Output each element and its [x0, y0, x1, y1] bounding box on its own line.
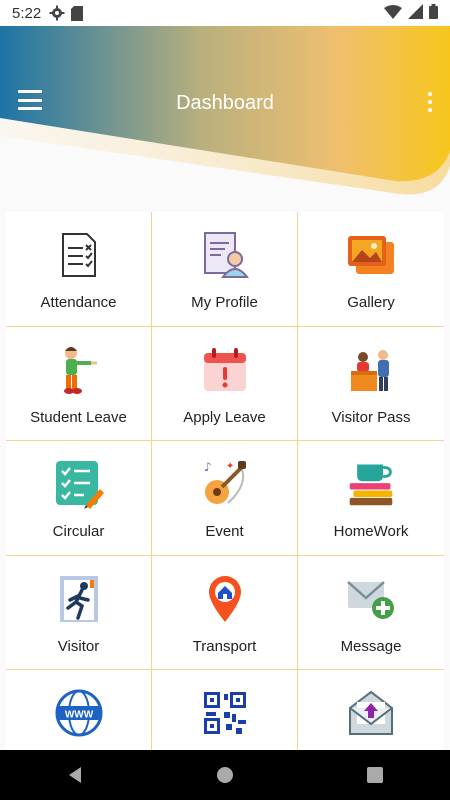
tile-circular[interactable]: Circular	[6, 441, 152, 556]
tile-label: Event	[205, 523, 244, 540]
circular-icon	[54, 459, 104, 509]
attendance-icon	[54, 230, 104, 280]
tile-attendance[interactable]: Attendance	[6, 212, 152, 327]
tile-event[interactable]: ♪ ✦ Event	[152, 441, 298, 556]
visitor-icon	[54, 574, 104, 624]
tile-label: Visitor	[57, 637, 100, 655]
tile-label: Visitor Pass	[331, 408, 411, 426]
overflow-menu-icon[interactable]	[426, 92, 434, 112]
tile-gallery[interactable]: Gallery	[298, 212, 444, 327]
message-icon	[346, 574, 396, 624]
apply-leave-icon	[200, 345, 250, 395]
status-time: 5:22	[12, 4, 42, 22]
system-nav-bar	[0, 750, 450, 800]
wifi-icon	[384, 4, 402, 22]
app-header: Dashboard	[0, 26, 450, 206]
sd-card-icon	[71, 5, 84, 21]
battery-icon	[429, 4, 438, 22]
tile-label: HomeWork	[333, 523, 409, 540]
tile-label: Attendance	[40, 294, 117, 311]
home-icon[interactable]	[195, 755, 255, 795]
tile-apply-leave[interactable]: Apply Leave	[152, 326, 298, 441]
tile-label: Transport	[192, 637, 257, 655]
tile-label: Circular	[52, 523, 105, 540]
svg-text:✦: ✦	[226, 461, 234, 472]
gallery-icon	[346, 230, 396, 280]
tile-message[interactable]: Message	[298, 556, 444, 670]
tile-homework[interactable]: HomeWork	[298, 441, 444, 556]
student-leave-icon	[54, 345, 104, 395]
tile-qr-code[interactable]	[152, 670, 298, 750]
tile-inbox-upload[interactable]	[298, 670, 444, 750]
visitor-pass-icon	[346, 345, 396, 395]
tile-label: Gallery	[347, 294, 395, 311]
qr-code-icon	[200, 688, 250, 738]
dashboard-grid: Attendance My Profile Gallery Student Le…	[6, 212, 444, 750]
homework-icon	[346, 459, 396, 509]
signal-icon	[408, 4, 423, 22]
transport-icon	[200, 574, 250, 624]
page-title: Dashboard	[176, 92, 274, 114]
event-icon: ♪ ✦	[200, 459, 250, 509]
tile-label: Message	[340, 637, 402, 655]
recents-icon[interactable]	[345, 755, 405, 795]
website-icon: WWW	[54, 688, 104, 738]
tile-transport[interactable]: Transport	[152, 555, 298, 670]
tile-label: Apply Leave	[183, 408, 266, 426]
svg-text:WWW: WWW	[64, 710, 93, 721]
tile-visitor-pass[interactable]: Visitor Pass	[298, 327, 444, 441]
back-icon[interactable]	[45, 755, 105, 795]
status-bar: 5:22	[0, 0, 450, 26]
tile-my-profile[interactable]: My Profile	[152, 212, 298, 327]
tile-label: My Profile	[191, 294, 258, 311]
tile-label: Student Leave	[30, 408, 127, 426]
gear-icon	[49, 5, 65, 21]
tile-visitor[interactable]: Visitor	[6, 555, 152, 670]
profile-icon	[200, 230, 250, 280]
tile-website[interactable]: WWW	[6, 670, 152, 750]
header-wave-background	[0, 26, 450, 195]
inbox-upload-icon	[346, 688, 396, 738]
tile-student-leave[interactable]: Student Leave	[6, 326, 152, 441]
svg-text:♪: ♪	[204, 460, 212, 474]
